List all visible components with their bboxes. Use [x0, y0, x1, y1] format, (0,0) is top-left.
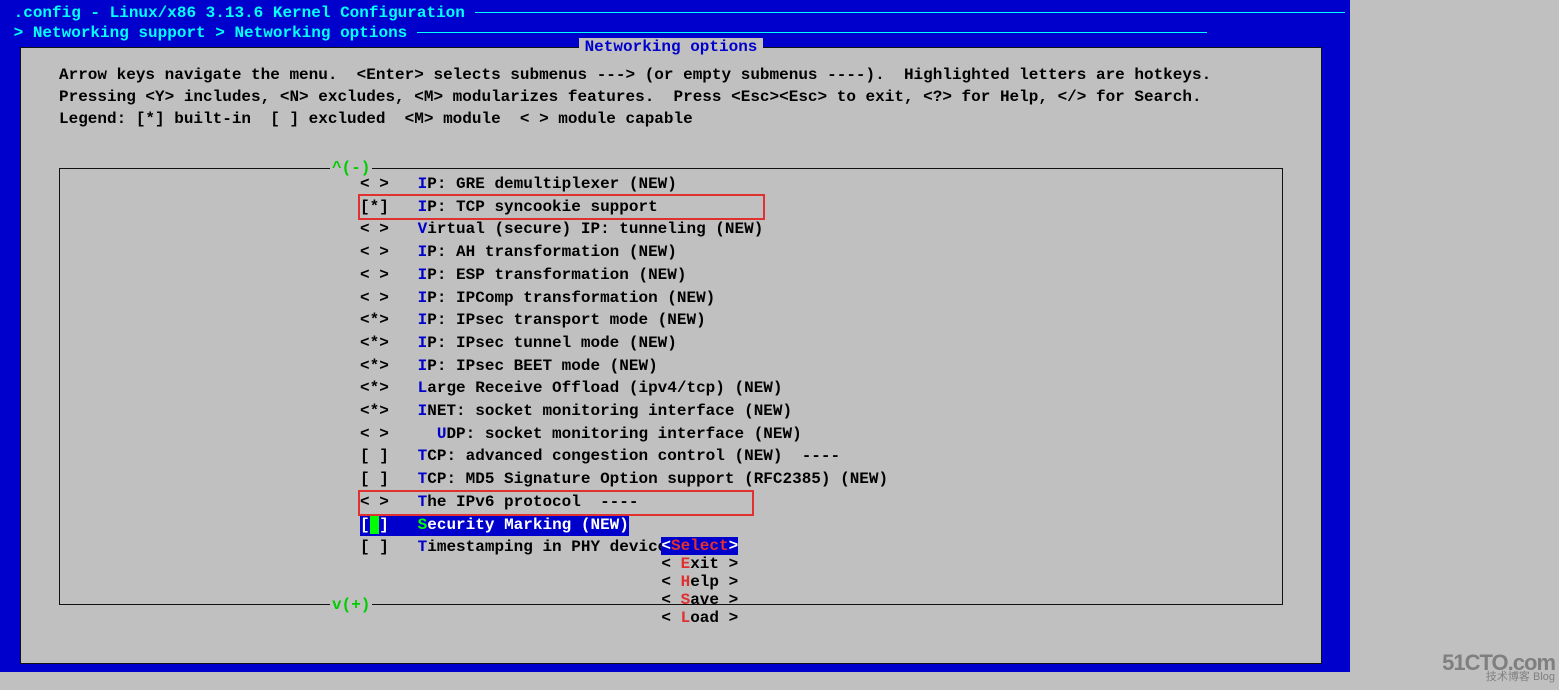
list-item[interactable]: < > IP: ESP transformation (NEW) [360, 264, 1282, 287]
list-item[interactable]: < > The IPv6 protocol ---- [360, 491, 1282, 514]
list-item[interactable]: [*] IP: TCP syncookie support [360, 196, 1282, 219]
dialog-help-text: Arrow keys navigate the menu. <Enter> se… [59, 64, 1283, 130]
list-item[interactable]: <*> IP: IPsec tunnel mode (NEW) [360, 332, 1282, 355]
watermark: 51CTO.com 技术博客 Blog [1442, 656, 1555, 684]
list-item[interactable]: < > UDP: socket monitoring interface (NE… [360, 423, 1282, 446]
button-bar: <Select> < Exit > < Help > < Save > < Lo… [21, 519, 1321, 645]
select-button[interactable]: <Select> [661, 537, 738, 555]
list-item[interactable]: <*> Large Receive Offload (ipv4/tcp) (NE… [360, 377, 1282, 400]
list-item[interactable]: < > IP: AH transformation (NEW) [360, 241, 1282, 264]
help-button[interactable]: < Help > [661, 573, 738, 591]
save-button[interactable]: < Save > [661, 591, 738, 609]
list-item[interactable]: [ ] TCP: advanced congestion control (NE… [360, 445, 1282, 468]
exit-button[interactable]: < Exit > [661, 555, 738, 573]
list-item[interactable]: < > Virtual (secure) IP: tunneling (NEW) [360, 218, 1282, 241]
window-title: .config - Linux/x86 3.13.6 Kernel Config… [4, 3, 1346, 23]
list-item[interactable]: <*> INET: socket monitoring interface (N… [360, 400, 1282, 423]
dialog-title: Networking options [579, 38, 764, 56]
list-item[interactable]: [ ] TCP: MD5 Signature Option support (R… [360, 468, 1282, 491]
load-button[interactable]: < Load > [661, 609, 738, 627]
dialog-frame: Networking options Arrow keys navigate t… [20, 47, 1322, 664]
list-item[interactable]: <*> IP: IPsec BEET mode (NEW) [360, 355, 1282, 378]
list-item[interactable]: <*> IP: IPsec transport mode (NEW) [360, 309, 1282, 332]
list-item[interactable]: < > IP: IPComp transformation (NEW) [360, 287, 1282, 310]
list-item[interactable]: < > IP: GRE demultiplexer (NEW) [360, 173, 1282, 196]
